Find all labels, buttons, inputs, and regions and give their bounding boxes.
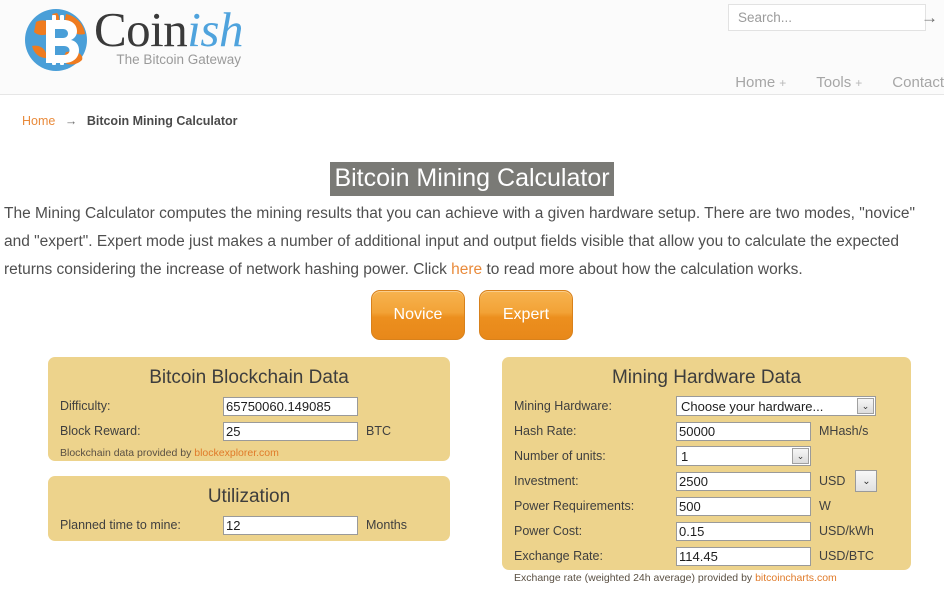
breadcrumb: Home → Bitcoin Mining Calculator	[22, 114, 238, 128]
planned-time-label: Planned time to mine:	[60, 518, 181, 532]
chevron-down-icon[interactable]: ⌄	[857, 398, 874, 414]
blockchain-note-text: Blockchain data provided by	[60, 447, 195, 459]
investment-input[interactable]	[676, 471, 811, 491]
nav-expand-tools-icon[interactable]: +	[855, 76, 862, 90]
number-of-units-select[interactable]: 1 ⌄	[676, 446, 811, 466]
hardware-panel-title: Mining Hardware Data	[611, 367, 802, 388]
hash-rate-label: Hash Rate:	[514, 424, 577, 438]
breadcrumb-current-page: Bitcoin Mining Calculator	[86, 114, 238, 128]
chevron-down-icon[interactable]: ⌄	[792, 448, 809, 464]
intro-text-after-link: to read more about how the calculation w…	[482, 261, 803, 278]
mining-hardware-row: Mining Hardware: Choose your hardware...…	[514, 395, 899, 417]
exchange-note-text: Exchange rate (weighted 24h average) pro…	[514, 572, 756, 584]
bitcoin-blockchain-data-panel: Bitcoin Blockchain Data Difficulty: Bloc…	[48, 357, 450, 461]
novice-mode-button[interactable]: Novice	[371, 290, 465, 340]
currency-select[interactable]: ⌄	[855, 470, 878, 492]
power-requirements-label: Power Requirements:	[514, 499, 635, 513]
mining-hardware-select[interactable]: Choose your hardware... ⌄	[676, 396, 876, 416]
blockchain-panel-title: Bitcoin Blockchain Data	[149, 367, 349, 388]
block-reward-row: Block Reward: BTC	[60, 420, 438, 442]
search-box[interactable]: →	[728, 4, 938, 31]
intro-paragraph: The Mining Calculator computes the minin…	[4, 200, 940, 284]
nav-item-contact[interactable]: Contact	[892, 74, 944, 91]
search-input[interactable]	[729, 5, 921, 30]
investment-unit: USD	[819, 474, 846, 488]
bitcoincharts-link[interactable]: bitcoincharts.com	[755, 572, 837, 584]
main-navigation: Home + Tools + Contact	[735, 74, 944, 91]
investment-label: Investment:	[514, 474, 579, 488]
number-of-units-selected-value: 1	[681, 448, 689, 464]
difficulty-input[interactable]	[223, 396, 358, 416]
power-requirements-unit: W	[819, 499, 831, 513]
exchange-rate-label: Exchange Rate:	[514, 549, 603, 563]
chevron-down-icon: ⌄	[862, 475, 871, 487]
block-reward-input[interactable]	[223, 421, 358, 441]
planned-time-input[interactable]	[223, 515, 358, 535]
exchange-rate-source-note: Exchange rate (weighted 24h average) pro…	[514, 572, 899, 584]
page-title-text: Bitcoin Mining Calculator	[330, 162, 614, 196]
brand-wordmark: Coinish	[94, 4, 243, 56]
nav-item-tools[interactable]: Tools +	[816, 74, 862, 91]
utilization-panel-title: Utilization	[207, 486, 291, 507]
mining-hardware-selected-value: Choose your hardware...	[681, 398, 824, 414]
planned-time-row: Planned time to mine: Months	[60, 514, 438, 536]
mode-button-group: Novice Expert	[0, 290, 944, 340]
mining-hardware-data-panel: Mining Hardware Data Mining Hardware: Ch…	[502, 357, 911, 584]
block-reward-unit: BTC	[366, 424, 391, 438]
nav-label-tools: Tools	[816, 74, 852, 91]
blockexplorer-link[interactable]: blockexplorer.com	[194, 447, 279, 459]
site-brand[interactable]: Coinish The Bitcoin Gateway	[22, 4, 243, 74]
page-title: Bitcoin Mining Calculator	[0, 162, 944, 196]
exchange-rate-input[interactable]	[676, 546, 811, 566]
power-cost-label: Power Cost:	[514, 524, 583, 538]
exchange-rate-row: Exchange Rate: USD/BTC	[514, 545, 899, 567]
nav-label-contact: Contact	[892, 74, 944, 91]
power-requirements-input[interactable]	[676, 496, 811, 516]
hash-rate-unit: MHash/s	[819, 424, 869, 438]
block-reward-label: Block Reward:	[60, 424, 141, 438]
hash-rate-input[interactable]	[676, 421, 811, 441]
power-cost-input[interactable]	[676, 521, 811, 541]
nav-expand-home-icon[interactable]: +	[779, 76, 786, 90]
brand-name-coin: Coin	[94, 2, 188, 57]
site-header: Coinish The Bitcoin Gateway → Home+ Tool…	[0, 0, 944, 95]
exchange-rate-unit: USD/BTC	[819, 549, 874, 563]
hash-rate-row: Hash Rate: MHash/s	[514, 420, 899, 442]
power-requirements-row: Power Requirements: W	[514, 495, 899, 517]
breadcrumb-separator-icon: →	[64, 114, 78, 128]
difficulty-label: Difficulty:	[60, 399, 111, 413]
power-cost-unit: USD/kWh	[819, 524, 874, 538]
mining-hardware-label: Mining Hardware:	[514, 399, 612, 413]
nav-item-home[interactable]: Home +	[735, 74, 786, 91]
brand-tagline: The Bitcoin Gateway	[116, 52, 241, 67]
search-submit-arrow-icon[interactable]: →	[921, 9, 938, 26]
investment-row: Investment: USD ⌄	[514, 470, 899, 492]
brand-name-ish: ish	[187, 2, 243, 57]
difficulty-row: Difficulty:	[60, 395, 438, 417]
power-cost-row: Power Cost: USD/kWh	[514, 520, 899, 542]
coinish-globe-logo-icon	[22, 6, 90, 74]
expert-mode-button[interactable]: Expert	[479, 290, 573, 340]
nav-label-home: Home	[735, 74, 776, 91]
number-of-units-row: Number of units: 1 ⌄	[514, 445, 899, 467]
planned-time-unit: Months	[366, 518, 407, 532]
blockchain-data-source-note: Blockchain data provided by blockexplore…	[60, 447, 438, 459]
intro-here-link[interactable]: here	[451, 261, 482, 278]
number-of-units-label: Number of units:	[514, 449, 606, 463]
utilization-panel: Utilization Planned time to mine: Months	[48, 476, 450, 541]
breadcrumb-home-link[interactable]: Home	[22, 114, 55, 128]
